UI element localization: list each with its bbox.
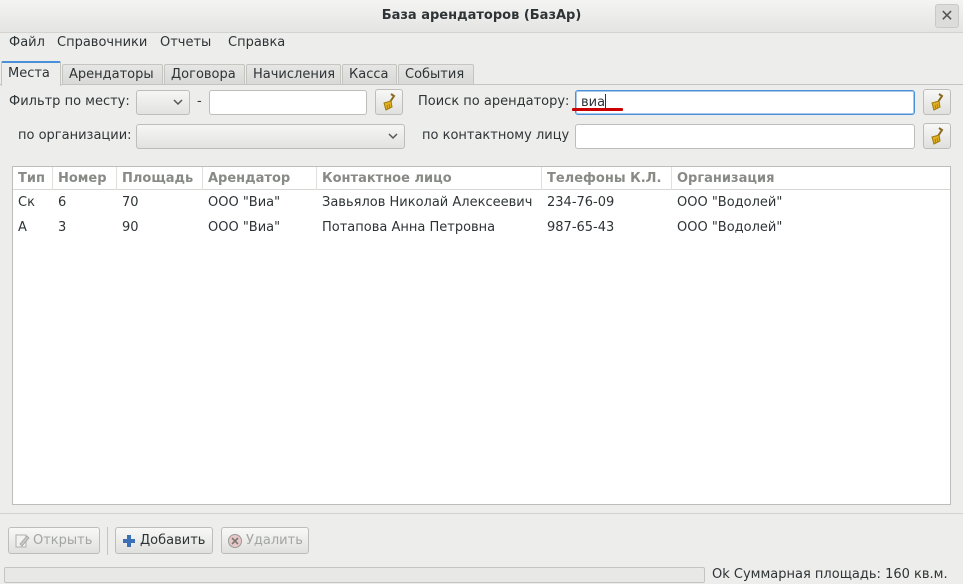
cell-type: А bbox=[18, 220, 27, 235]
place-type-combo[interactable] bbox=[136, 90, 190, 115]
cell-type: Ск bbox=[18, 195, 35, 210]
cell-area: 70 bbox=[122, 195, 139, 210]
tab-bar: Места Арендаторы Договора Начисления Кас… bbox=[0, 61, 963, 86]
org-filter-label: по организации: bbox=[18, 128, 132, 143]
table-header: Тип Номер Площадь Арендатор Контактное л… bbox=[13, 167, 950, 190]
cell-tenant: ООО "Виа" bbox=[208, 195, 281, 210]
toolbar-separator bbox=[107, 527, 108, 555]
menu-directories[interactable]: Справочники bbox=[57, 35, 147, 50]
place-range-dash: - bbox=[197, 94, 202, 109]
broom-icon bbox=[383, 93, 396, 111]
menu-bar: Файл Справочники Отчеты Справка bbox=[0, 33, 963, 57]
column-header-area[interactable]: Площадь bbox=[117, 167, 203, 190]
places-table[interactable]: Тип Номер Площадь Арендатор Контактное л… bbox=[12, 166, 951, 505]
cell-contact: Потапова Анна Петровна bbox=[322, 220, 496, 235]
add-button[interactable]: Добавить bbox=[115, 527, 213, 554]
open-button-label: Открыть bbox=[33, 533, 93, 548]
status-text: Ok Суммарная площадь: 160 кв.м. bbox=[712, 567, 948, 582]
clear-tenant-search-button[interactable] bbox=[923, 89, 951, 115]
spellcheck-underline bbox=[572, 108, 623, 111]
column-header-tenant[interactable]: Арендатор bbox=[203, 167, 317, 190]
column-header-type[interactable]: Тип bbox=[13, 167, 53, 190]
broom-icon bbox=[931, 127, 944, 145]
tenant-search-label: Поиск по арендатору: bbox=[418, 94, 570, 109]
edit-icon bbox=[14, 533, 30, 549]
table-row[interactable]: Ск 6 70 ООО "Виа" Завьялов Николай Алекс… bbox=[13, 190, 950, 215]
open-button[interactable]: Открыть bbox=[8, 527, 100, 554]
org-combo[interactable] bbox=[136, 124, 405, 149]
column-header-contact[interactable]: Контактное лицо bbox=[317, 167, 542, 190]
cell-tenant: ООО "Виа" bbox=[208, 220, 281, 235]
menu-help[interactable]: Справка bbox=[228, 35, 285, 50]
column-header-phones[interactable]: Телефоны К.Л. bbox=[542, 167, 672, 190]
status-ok: Ok bbox=[712, 567, 730, 582]
window-title: База арендаторов (БазАр) bbox=[381, 8, 582, 23]
delete-icon bbox=[227, 533, 243, 549]
progress-bar bbox=[4, 567, 705, 583]
menu-reports[interactable]: Отчеты bbox=[160, 35, 211, 50]
clear-place-button[interactable] bbox=[375, 89, 403, 115]
cell-organization: ООО "Водолей" bbox=[677, 220, 783, 235]
chevron-down-icon bbox=[173, 95, 183, 109]
tab-cash[interactable]: Касса bbox=[342, 64, 397, 85]
bottom-toolbar: Открыть Добавить Удалить bbox=[0, 513, 963, 565]
tenant-search-input[interactable]: виа bbox=[575, 90, 915, 115]
tab-tenants[interactable]: Арендаторы bbox=[62, 64, 163, 85]
place-filter-label: Фильтр по месту: bbox=[9, 94, 130, 109]
tab-charges[interactable]: Начисления bbox=[246, 64, 341, 85]
clear-contact-search-button[interactable] bbox=[923, 123, 951, 149]
add-button-label: Добавить bbox=[140, 533, 206, 548]
cell-area: 90 bbox=[122, 220, 139, 235]
table-row[interactable]: А 3 90 ООО "Виа" Потапова Анна Петровна … bbox=[13, 215, 950, 240]
broom-icon bbox=[931, 93, 944, 111]
tab-places[interactable]: Места bbox=[1, 61, 61, 86]
cell-contact: Завьялов Николай Алексеевич bbox=[322, 195, 533, 210]
cell-phone: 234-76-09 bbox=[547, 195, 615, 210]
plus-icon bbox=[121, 533, 137, 549]
close-icon[interactable]: ✕ bbox=[935, 4, 959, 28]
cell-phone: 987-65-43 bbox=[547, 220, 615, 235]
chevron-down-icon bbox=[388, 129, 398, 143]
cell-organization: ООО "Водолей" bbox=[677, 195, 783, 210]
status-bar: Ok Суммарная площадь: 160 кв.м. bbox=[0, 565, 963, 584]
delete-button-label: Удалить bbox=[246, 533, 303, 548]
tab-events[interactable]: События bbox=[398, 64, 474, 85]
status-summary: Суммарная площадь: 160 кв.м. bbox=[733, 567, 948, 582]
column-header-number[interactable]: Номер bbox=[53, 167, 117, 190]
cell-number: 6 bbox=[58, 195, 67, 210]
delete-button[interactable]: Удалить bbox=[221, 527, 309, 554]
cell-number: 3 bbox=[58, 220, 67, 235]
tab-contracts[interactable]: Договора bbox=[164, 64, 245, 85]
menu-file[interactable]: Файл bbox=[9, 35, 45, 50]
contact-search-label: по контактному лицу bbox=[422, 128, 570, 143]
text-cursor bbox=[605, 94, 607, 108]
place-number-input[interactable] bbox=[209, 90, 367, 115]
contact-search-input[interactable] bbox=[575, 124, 915, 149]
title-bar: База арендаторов (БазАр) ✕ bbox=[0, 0, 963, 33]
column-header-organization[interactable]: Организация bbox=[672, 167, 950, 190]
